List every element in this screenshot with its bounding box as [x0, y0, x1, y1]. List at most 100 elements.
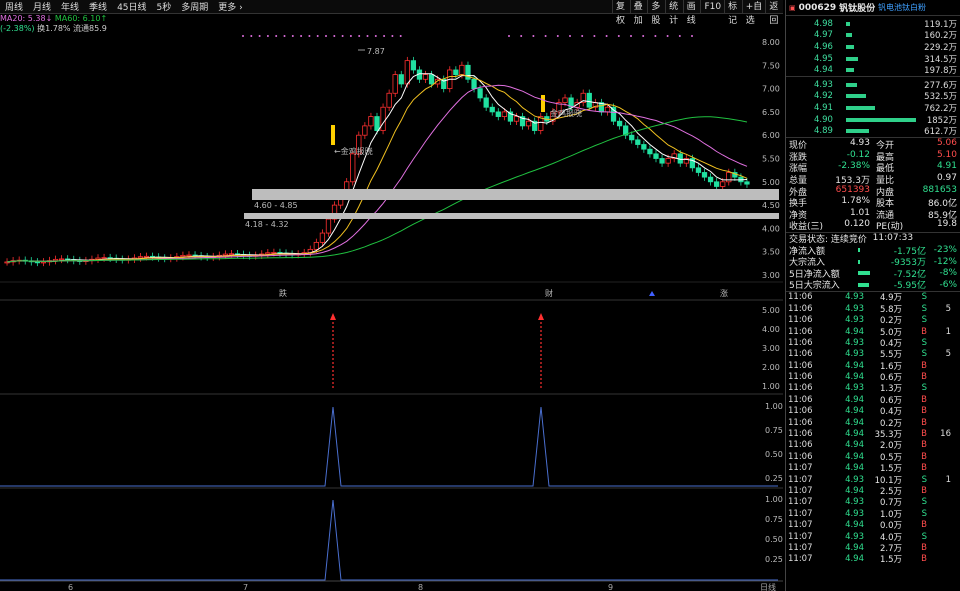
- kline-chart[interactable]: 4.60 - 4.85 4.18 - 4.32 7.87 ←金鸡报晓 金鸡报晓 …: [0, 0, 783, 591]
- period-5sec[interactable]: 5秒: [152, 0, 177, 13]
- mark-button[interactable]: 标记: [724, 0, 742, 26]
- sell-order-row[interactable]: 4.96 229.2万: [786, 41, 960, 53]
- candlesticks[interactable]: [4, 56, 750, 267]
- signal-dot: [383, 35, 386, 37]
- period-month[interactable]: 月线: [28, 0, 56, 13]
- period-quarter[interactable]: 季线: [84, 0, 112, 13]
- candle[interactable]: [604, 106, 611, 113]
- signal-candle[interactable]: [331, 125, 335, 145]
- multi-stock-button[interactable]: 多股: [647, 0, 665, 26]
- candle[interactable]: [562, 97, 568, 103]
- period-year[interactable]: 年线: [56, 0, 84, 13]
- stat-row: 涨跌 -0.12 最高 5.10: [789, 149, 957, 163]
- candle[interactable]: [744, 181, 750, 185]
- candle[interactable]: [610, 106, 617, 122]
- event-marker-fall[interactable]: 跌: [279, 288, 287, 298]
- candle[interactable]: [489, 106, 495, 113]
- sell-order-row[interactable]: 4.98 119.1万: [786, 18, 960, 30]
- candle[interactable]: [325, 218, 332, 234]
- candle[interactable]: [52, 258, 59, 262]
- event-marker-rise[interactable]: 涨: [720, 288, 728, 298]
- candle[interactable]: [95, 257, 101, 260]
- candle[interactable]: [483, 97, 489, 108]
- candle[interactable]: [629, 134, 635, 141]
- candle[interactable]: [586, 92, 592, 108]
- candle[interactable]: [695, 167, 702, 173]
- candle[interactable]: [459, 64, 465, 76]
- draw-button[interactable]: 画线: [682, 0, 701, 26]
- candle[interactable]: [362, 125, 368, 136]
- candle[interactable]: [714, 181, 720, 187]
- candle[interactable]: [58, 258, 65, 261]
- signal-candle[interactable]: [541, 95, 545, 112]
- stock-concept[interactable]: 钒电池钛白粉: [878, 2, 926, 13]
- candle[interactable]: [186, 254, 192, 257]
- candle[interactable]: [647, 148, 653, 155]
- candle[interactable]: [707, 176, 714, 183]
- buy-order-row[interactable]: 4.89 612.7万: [786, 125, 960, 137]
- candle[interactable]: [641, 144, 647, 150]
- stats-button[interactable]: 统计: [665, 0, 683, 26]
- candle[interactable]: [392, 74, 398, 94]
- candle[interactable]: [137, 256, 144, 259]
- buy-order-row[interactable]: 4.92 532.5万: [786, 91, 960, 102]
- candle[interactable]: [513, 116, 520, 122]
- candle[interactable]: [101, 257, 107, 260]
- candle[interactable]: [313, 241, 319, 250]
- candle[interactable]: [180, 254, 186, 258]
- sell-order-row[interactable]: 4.97 160.2万: [786, 30, 960, 41]
- candle[interactable]: [398, 74, 404, 85]
- tick-list[interactable]: 11:06 4.93 4.9万 S 11:06 4.93 5.8万 S 5 11:06 4.93 0.…: [786, 292, 960, 565]
- candle[interactable]: [410, 60, 417, 71]
- sell-order-row[interactable]: 4.94 197.8万: [786, 64, 960, 76]
- candle[interactable]: [726, 172, 732, 183]
- buy-order-row[interactable]: 4.91 762.2万: [786, 102, 960, 114]
- order-volume-bar: [846, 129, 870, 134]
- candle[interactable]: [228, 253, 235, 256]
- buy-order-row[interactable]: 4.93 277.6万: [786, 79, 960, 91]
- candle[interactable]: [143, 255, 150, 258]
- candle[interactable]: [501, 111, 507, 117]
- candle[interactable]: [222, 253, 229, 256]
- adjust-button[interactable]: 复权: [612, 0, 630, 26]
- candle[interactable]: [386, 92, 392, 108]
- sell-order-row[interactable]: 4.95 314.5万: [786, 53, 960, 65]
- add-favorite-button[interactable]: +自选: [741, 0, 766, 26]
- candle[interactable]: [319, 232, 326, 243]
- candle[interactable]: [428, 74, 435, 85]
- candle[interactable]: [659, 158, 665, 164]
- candle[interactable]: [374, 116, 380, 131]
- period-multi[interactable]: 多周期: [176, 0, 213, 13]
- event-marker-finance[interactable]: 财: [545, 288, 553, 298]
- candle[interactable]: [616, 120, 623, 127]
- candle[interactable]: [653, 153, 659, 159]
- candle[interactable]: [368, 116, 374, 127]
- overlay-button[interactable]: 叠加: [629, 0, 648, 26]
- candle[interactable]: [471, 78, 477, 89]
- candle[interactable]: [265, 252, 271, 255]
- candle[interactable]: [422, 74, 429, 80]
- candle[interactable]: [525, 120, 532, 127]
- candle[interactable]: [701, 172, 708, 178]
- period-more[interactable]: 更多 ›: [213, 0, 247, 13]
- f10-button[interactable]: F10: [700, 0, 724, 14]
- candle[interactable]: [453, 69, 459, 76]
- candle[interactable]: [665, 158, 671, 164]
- candle[interactable]: [380, 106, 386, 131]
- candle[interactable]: [477, 88, 483, 99]
- candle[interactable]: [495, 111, 501, 117]
- candle[interactable]: [350, 153, 356, 183]
- candle[interactable]: [635, 139, 641, 145]
- candle[interactable]: [40, 261, 47, 264]
- signal-dot: [316, 35, 319, 37]
- candle[interactable]: [720, 181, 726, 187]
- back-button[interactable]: 返回: [765, 0, 783, 26]
- period-45day[interactable]: 45日线: [112, 0, 151, 13]
- buy-order-row[interactable]: 4.90 1852万: [786, 114, 960, 126]
- period-week[interactable]: 周线: [0, 0, 28, 13]
- ma10-line: [6, 74, 748, 263]
- candle[interactable]: [404, 60, 410, 85]
- candle[interactable]: [34, 261, 40, 264]
- candle[interactable]: [271, 252, 277, 254]
- period-label: 日线: [760, 582, 776, 591]
